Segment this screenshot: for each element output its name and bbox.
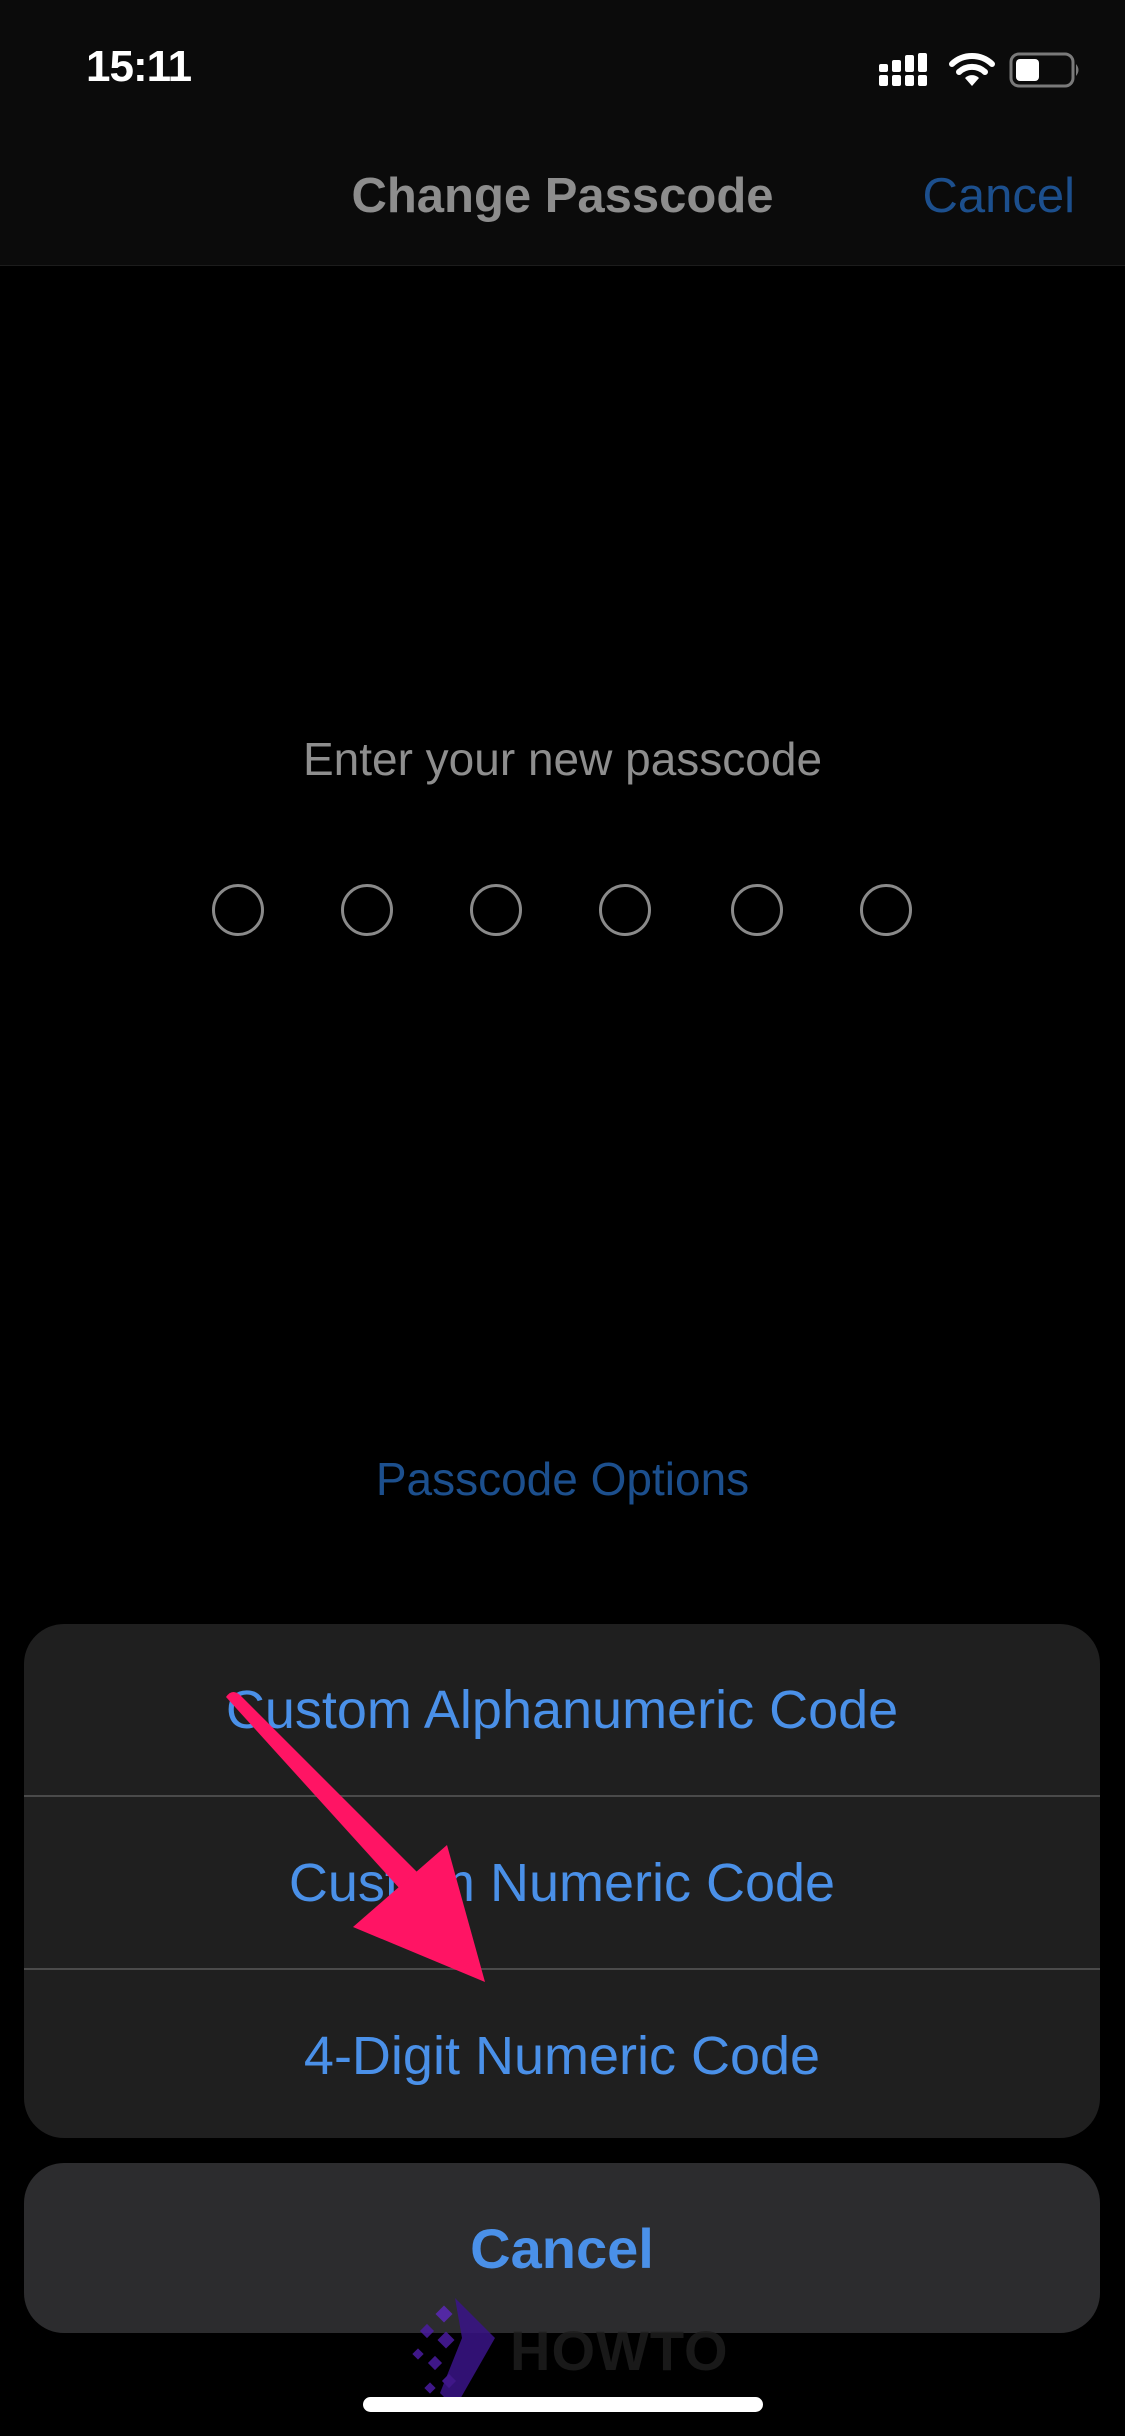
passcode-prompt: Enter your new passcode <box>302 733 823 785</box>
passcode-dot <box>470 884 522 936</box>
status-time: 15:11 <box>86 42 192 91</box>
cellular-signal-icon <box>879 53 927 86</box>
nav-cancel-button[interactable]: Cancel <box>922 168 1075 224</box>
option-custom-numeric[interactable]: Custom Numeric Code <box>24 1795 1100 1968</box>
passcode-dot <box>341 884 393 936</box>
passcode-dot <box>731 884 783 936</box>
status-icons <box>879 50 1083 90</box>
action-sheet: Custom Alphanumeric Code Custom Numeric … <box>24 1624 1100 2138</box>
passcode-dot <box>212 884 264 936</box>
watermark-text: HOWTO <box>510 2319 729 2382</box>
passcode-dot <box>860 884 912 936</box>
top-bar: 15:11 Change Passcode Cancel <box>0 0 1125 266</box>
passcode-dot <box>599 884 651 936</box>
option-4-digit-numeric[interactable]: 4-Digit Numeric Code <box>24 1968 1100 2138</box>
home-indicator[interactable] <box>363 2397 763 2412</box>
passcode-dots[interactable] <box>0 880 1125 940</box>
option-custom-alphanumeric[interactable]: Custom Alphanumeric Code <box>24 1624 1100 1795</box>
passcode-options-link[interactable]: Passcode Options <box>0 1452 1125 1506</box>
battery-icon <box>1009 52 1079 88</box>
wifi-icon <box>949 53 995 86</box>
